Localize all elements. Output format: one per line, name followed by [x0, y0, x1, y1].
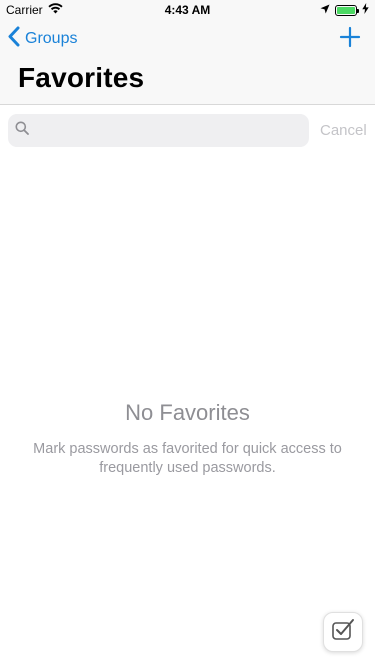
search-icon — [15, 121, 29, 140]
plus-icon — [339, 26, 361, 52]
app-badge[interactable] — [323, 612, 363, 652]
chevron-left-icon — [8, 26, 20, 52]
page-title: Favorites — [18, 62, 145, 93]
checkbox-check-icon — [330, 617, 356, 648]
navigation-bar: Groups Favorites — [0, 20, 375, 105]
status-time: 4:43 AM — [164, 3, 211, 17]
empty-state-title: No Favorites — [125, 400, 250, 425]
search-bar: Cancel — [0, 106, 375, 156]
back-button[interactable]: Groups — [8, 26, 77, 52]
location-arrow-icon — [320, 3, 330, 17]
search-input[interactable] — [29, 114, 309, 147]
empty-state: No Favorites Mark passwords as favorited… — [0, 400, 375, 478]
status-right — [320, 3, 369, 17]
battery-level — [337, 6, 355, 14]
charging-bolt-icon — [362, 3, 369, 17]
search-field[interactable] — [8, 114, 309, 147]
cancel-button[interactable]: Cancel — [320, 122, 367, 139]
status-bar: Carrier 4:43 AM — [0, 0, 375, 20]
add-button[interactable] — [339, 26, 361, 48]
empty-state-message: Mark passwords as favorited for quick ac… — [33, 441, 342, 476]
favorites-screen: Carrier 4:43 AM Groups Favorites Cancel … — [0, 0, 375, 667]
back-button-label: Groups — [25, 30, 78, 47]
battery-icon — [335, 4, 359, 16]
